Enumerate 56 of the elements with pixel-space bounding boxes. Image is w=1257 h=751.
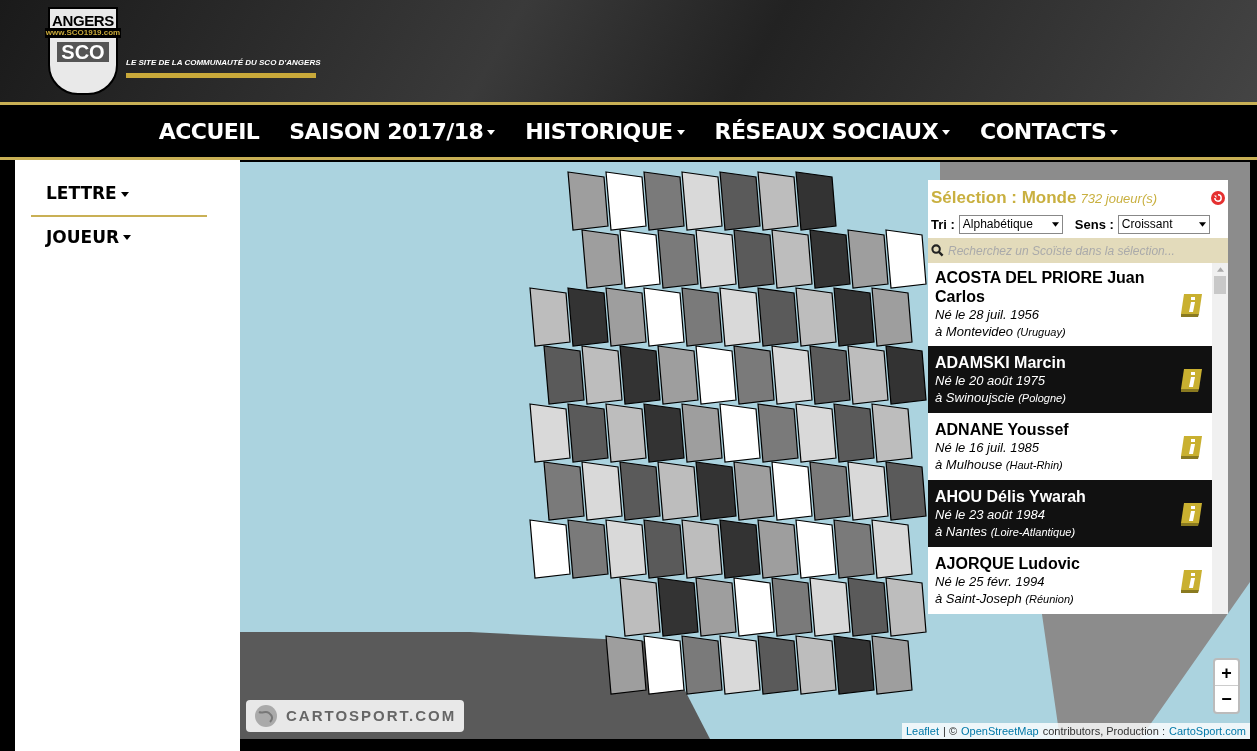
zoom-out-button[interactable]: − <box>1215 686 1238 712</box>
sidebar-item[interactable]: JOUEUR <box>31 221 240 253</box>
scroll-thumb[interactable] <box>1214 276 1226 294</box>
info-book-icon[interactable] <box>1179 366 1205 393</box>
site-tagline: LE SITE DE LA COMMUNAUTÉ DU SCO D'ANGERS <box>126 56 321 69</box>
up-arrow-icon <box>1216 267 1224 272</box>
logo-text: SCO <box>57 42 109 62</box>
birth-date: Né le 28 juil. 1956 <box>935 306 1041 323</box>
birth-date: Né le 20 août 1975 <box>935 371 1046 389</box>
player-count: 732 joueur(s) <box>1080 190 1158 208</box>
order-label: Sens : <box>1074 215 1114 234</box>
scrollbar[interactable] <box>1212 263 1228 614</box>
order-select[interactable]: Croissant <box>1117 214 1210 234</box>
birth-place: à Saint-Joseph (Réunion) <box>935 589 1075 608</box>
player-name: ADAMSKI Marcin <box>935 352 1067 372</box>
nav-link[interactable]: SAISON 2017/18 <box>289 114 496 148</box>
sidebar-item[interactable]: LETTRE <box>31 178 240 210</box>
search-icon <box>931 244 944 257</box>
attribution-text: | © <box>943 723 957 739</box>
sort-label: Tri : <box>931 215 955 234</box>
search-input[interactable]: Recherchez un Scoïste dans la sélection... <box>948 241 1225 260</box>
nav-link[interactable]: RÉSEAUX SOCIAUX <box>714 114 951 148</box>
panel-title: Sélection : Monde <box>931 187 1077 209</box>
birth-date: Né le 25 févr. 1994 <box>935 572 1046 590</box>
player-name: ACOSTA DEL PRIORE Juan Carlos <box>935 268 1146 306</box>
logo-text: ANGERS <box>52 13 114 28</box>
attribution-text: contributors, Production : <box>1042 723 1165 739</box>
birth-date: Né le 23 août 1984 <box>935 505 1046 523</box>
player-name: ADNANE Youssef <box>935 419 1070 439</box>
brand-text: CARTOSPORT.COM <box>286 705 457 726</box>
nav-link[interactable]: ACCUEIL <box>158 114 260 148</box>
caret-icon <box>123 235 132 240</box>
birth-place: à Nantes (Loire-Atlantique) <box>935 522 1077 541</box>
nav-link[interactable]: HISTORIQUE <box>525 114 685 148</box>
player-row[interactable]: ADAMSKI Marcin Né le 20 août 1975 à Swinoujscie (Pologne) <box>928 346 1212 413</box>
birth-date: Né le 16 juil. 1985 <box>935 438 1041 456</box>
dropdown-arrow-icon <box>1198 221 1206 227</box>
player-name: AHOU Délis Ywarah <box>935 486 1087 506</box>
leaflet-link[interactable]: Leaflet <box>905 722 939 739</box>
search-field[interactable]: Recherchez un Scoïste dans la sélection... <box>928 238 1228 263</box>
sort-select[interactable]: Alphabétique <box>958 214 1063 234</box>
cartosport-link[interactable]: CartoSport.com <box>1168 722 1246 739</box>
info-book-icon[interactable] <box>1179 500 1205 527</box>
brand-badge[interactable]: CARTOSPORT.COM <box>246 700 465 732</box>
zoom-in-button[interactable]: + <box>1215 660 1238 686</box>
player-name: AJORQUE Ludovic <box>935 553 1081 573</box>
dropdown-arrow-icon <box>1051 221 1059 227</box>
logo-url: www.SCO1919.com <box>44 28 122 38</box>
birth-place: à Montevideo (Uruguay) <box>935 323 1067 341</box>
caret-icon <box>120 191 129 197</box>
osm-link[interactable]: OpenStreetMap <box>961 722 1039 739</box>
player-row[interactable]: AHOU Délis Ywarah Né le 23 août 1984 à Nantes (Loire-Atlantique) <box>928 480 1212 547</box>
birth-place: à Mulhouse (Haut-Rhin) <box>935 455 1064 474</box>
reset-icon[interactable] <box>1211 190 1225 205</box>
birth-place: à Swinoujscie (Pologne) <box>935 388 1067 407</box>
nav-link[interactable]: CONTACTS <box>980 114 1119 148</box>
